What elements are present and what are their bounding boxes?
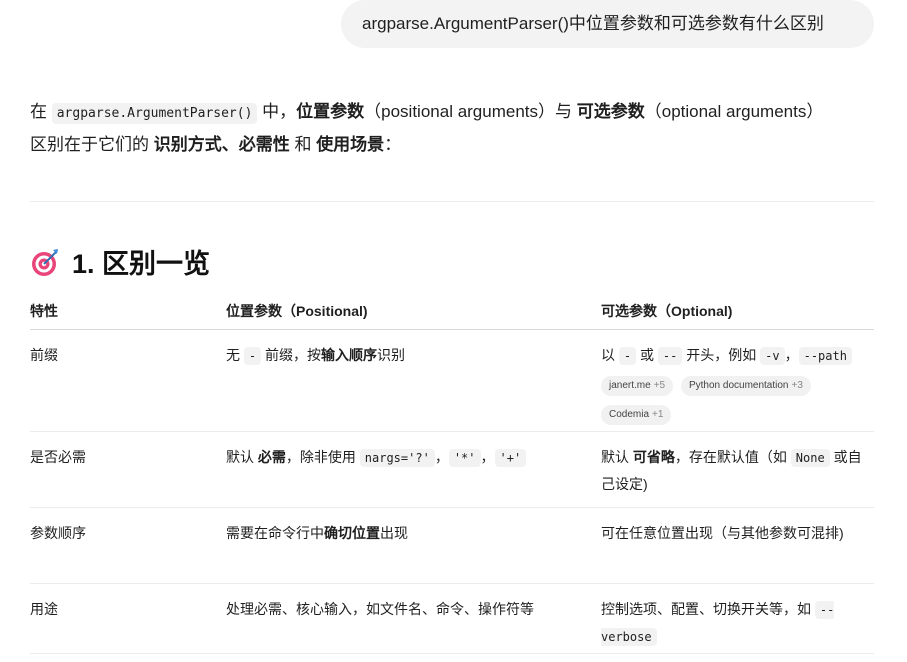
cell-text: ，存在默认值（如: [674, 449, 791, 465]
table-row: 前缀 无 - 前缀，按输入顺序识别 以 - 或 -- 开头，例如 -v， --pa…: [30, 329, 874, 432]
table-cell: 是否必需: [30, 431, 226, 508]
intro-text: 中，: [257, 102, 297, 121]
divider: [30, 201, 874, 202]
inline-code: -: [243, 347, 262, 365]
table-cell: 默认 必需，除非使用 nargs='?'， '*'， '+': [226, 431, 601, 508]
table-cell: 无 - 前缀，按输入顺序识别: [226, 329, 601, 432]
cell-bold: 确切位置: [324, 525, 380, 541]
inline-code: nargs='?': [359, 449, 435, 467]
source-chip-label: janert.me: [609, 380, 651, 391]
inline-code: '+': [494, 449, 527, 467]
table-cell: 默认 可省略，存在默认值（如 None 或自己设定): [601, 431, 874, 508]
cell-text: 或: [636, 347, 658, 363]
cell-text: 以: [601, 347, 619, 363]
intro-bold: 使用场景: [316, 135, 385, 154]
table-row: 参数顺序 需要在命令行中确切位置出现 可在任意位置出现（与其他参数可混排): [30, 507, 874, 584]
cell-text: 控制选项、配置、切换开关等，如: [601, 601, 815, 617]
source-chip[interactable]: Python documentation +3: [680, 376, 811, 396]
cell-text: 识别: [377, 347, 406, 363]
cell-text: 需要在命令行中: [226, 525, 324, 541]
source-chips: janert.me +5 Python documentation +3 Codem…: [601, 369, 874, 431]
column-header: 特性: [30, 294, 226, 330]
table-cell: 控制选项、配置、切换开关等，如 --verbose: [601, 583, 874, 654]
table-header-row: 特性 位置参数（Positional) 可选参数（Optional): [30, 294, 874, 330]
source-chip-label: Python documentation: [688, 380, 789, 391]
source-chip-count: +5: [653, 380, 666, 391]
table-cell: 以 - 或 -- 开头，例如 -v， --path janert.me +5 Pyt…: [601, 329, 874, 432]
cell-text: ，: [480, 449, 495, 465]
table-cell: 可在任意位置出现（与其他参数可混排): [601, 507, 874, 584]
intro-bold: 位置参数: [296, 102, 365, 121]
user-message-text: argparse.ArgumentParser()中位置参数和可选参数有什么区别: [362, 14, 824, 33]
intro-text: ：: [384, 135, 402, 154]
cell-text: 可在任意位置出现（与其他参数可混排): [601, 525, 844, 541]
cell-bold: 输入顺序: [321, 347, 378, 363]
table-cell: 需要在命令行中确切位置出现: [226, 507, 601, 584]
intro-bold: 可选参数: [576, 102, 645, 121]
column-header: 可选参数（Optional): [601, 294, 874, 330]
intro-paragraph: 在 argparse.ArgumentParser() 中，位置参数（posit…: [30, 96, 830, 160]
target-icon: [32, 249, 58, 276]
cell-text: 前缀，按: [261, 347, 322, 363]
table-cell: 用途: [30, 583, 226, 654]
intro-text: 和: [289, 135, 317, 154]
inline-code: argparse.ArgumentParser(): [51, 103, 258, 124]
table-row: 是否必需 默认 必需，除非使用 nargs='?'， '*'， '+' 默认 可省略…: [30, 431, 874, 508]
intro-text: （positional arguments）与: [364, 102, 577, 121]
source-chip[interactable]: janert.me +5: [601, 376, 674, 396]
section-title: 1. 区别一览: [72, 249, 211, 279]
source-chip-label: Codemia: [609, 409, 650, 420]
inline-code: --: [657, 347, 683, 365]
cell-text: ，: [434, 449, 449, 465]
cell-text: 出现: [380, 525, 408, 541]
source-chip-count: +3: [791, 380, 803, 391]
cell-bold: 必需: [257, 449, 286, 465]
table-cell: 参数顺序: [30, 507, 226, 584]
cell-text: 处理必需、核心输入，如文件名、命令、操作符等: [226, 601, 534, 617]
source-chip-count: +1: [652, 409, 664, 420]
cell-text: 默认: [601, 449, 633, 465]
cell-bold: 可省略: [632, 449, 675, 465]
inline-code: -v: [760, 347, 785, 365]
user-message-bubble: argparse.ArgumentParser()中位置参数和可选参数有什么区别: [341, 0, 874, 48]
section-heading: 1. 区别一览: [30, 244, 210, 284]
cell-text: ，: [784, 347, 799, 363]
column-header: 位置参数（Positional): [226, 294, 601, 330]
comparison-table: 特性 位置参数（Positional) 可选参数（Optional) 前缀 无 …: [30, 294, 874, 654]
cell-text: 无: [226, 347, 244, 363]
inline-code: None: [790, 449, 830, 467]
intro-bold: 识别方式、必需性: [153, 135, 290, 154]
source-chip[interactable]: Codemia +1: [601, 405, 672, 425]
inline-code: '*': [448, 449, 481, 467]
cell-text: ，除非使用: [285, 449, 360, 465]
inline-code: --path: [798, 347, 852, 365]
cell-text: 开头，例如: [682, 347, 761, 363]
table-row: 用途 处理必需、核心输入，如文件名、命令、操作符等 控制选项、配置、切换开关等，…: [30, 583, 874, 654]
table-cell: 前缀: [30, 329, 226, 432]
inline-code: -: [618, 347, 637, 365]
table-cell: 处理必需、核心输入，如文件名、命令、操作符等: [226, 583, 601, 654]
intro-text: 在: [30, 102, 52, 121]
cell-text: 默认: [226, 449, 258, 465]
